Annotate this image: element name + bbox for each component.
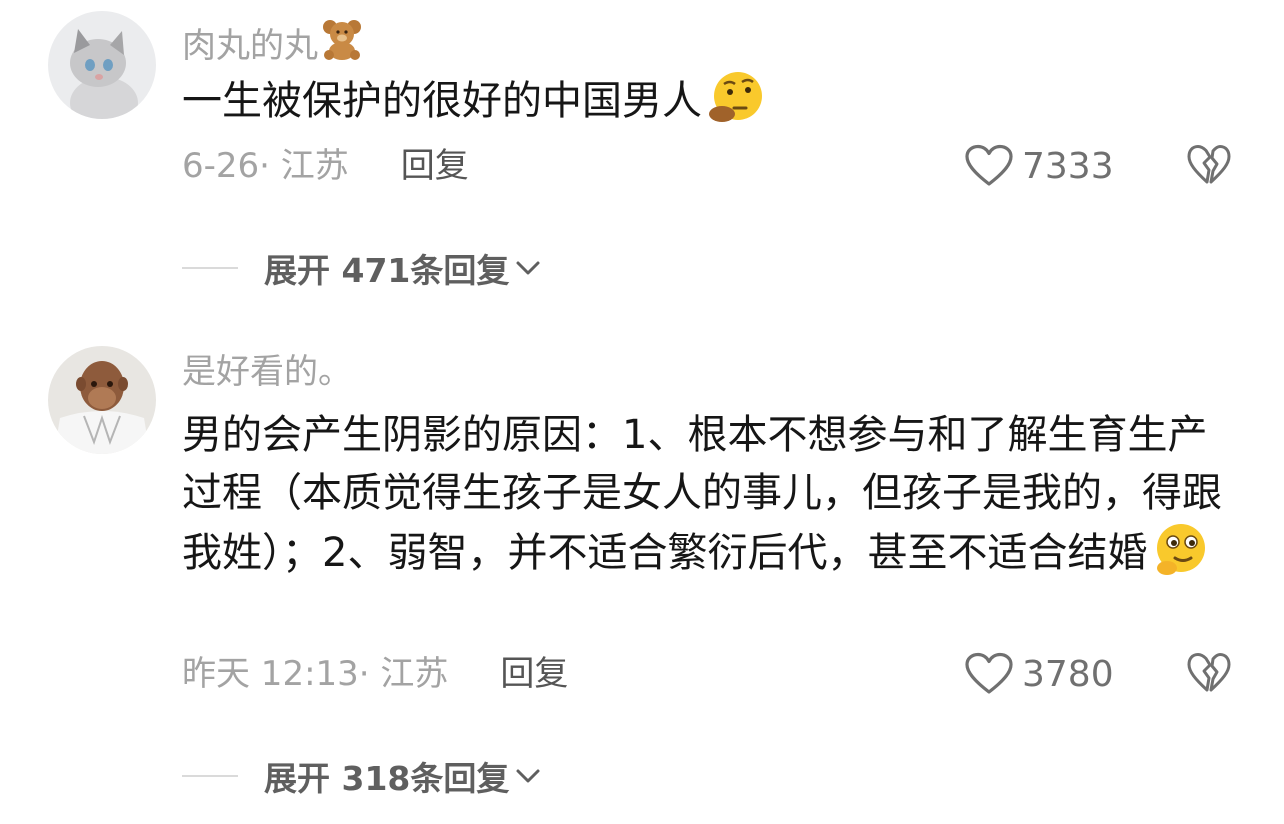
dislike-button[interactable]: [1186, 144, 1232, 188]
comment-time-location: 昨天 12:13· 江苏: [182, 654, 449, 694]
avatar[interactable]: [48, 11, 156, 119]
expand-replies-button[interactable]: 展开 471条回复: [182, 248, 541, 290]
like-button[interactable]: 3780: [964, 652, 1114, 696]
comment-meta: 6-26· 江苏 回复: [182, 146, 469, 186]
comment-meta: 昨天 12:13· 江苏 回复: [182, 654, 568, 694]
like-count: 3780: [1022, 653, 1114, 695]
heart-icon: [965, 144, 1013, 186]
comment-text-body: 一生被保护的很好的中国男人: [182, 78, 702, 124]
thinking-face-icon: [1157, 524, 1206, 575]
username-text: 是好看的。: [182, 352, 352, 392]
like-count: 7333: [1022, 145, 1114, 187]
broken-heart-icon: [1187, 653, 1231, 692]
expand-replies-label: 展开 318条回复: [264, 759, 510, 798]
avatar[interactable]: [48, 346, 156, 454]
username-text: 肉丸的丸: [182, 26, 318, 66]
comment-username[interactable]: 是好看的。: [182, 352, 352, 392]
comment-username[interactable]: 肉丸的丸: [182, 17, 364, 66]
thinking-face-icon: [709, 72, 762, 122]
comment-time-location: 6-26· 江苏: [182, 146, 349, 186]
comment-text-body: 男的会产生阴影的原因：1、根本不想参与和了解生育生产过程（本质觉得生孩子是女人的…: [182, 412, 1222, 576]
chevron-down-icon: [516, 769, 540, 783]
expand-replies-label: 展开 471条回复: [264, 251, 510, 290]
broken-heart-icon: [1187, 145, 1231, 184]
expand-replies-button[interactable]: 展开 318条回复: [182, 756, 541, 798]
divider-line: [182, 775, 238, 777]
divider-line: [182, 267, 238, 269]
reply-button[interactable]: 回复: [401, 146, 469, 186]
dislike-button[interactable]: [1186, 652, 1232, 696]
chevron-down-icon: [516, 261, 540, 275]
like-button[interactable]: 7333: [964, 144, 1114, 188]
heart-icon: [965, 652, 1013, 694]
comment-text: 男的会产生阴影的原因：1、根本不想参与和了解生育生产过程（本质觉得生孩子是女人的…: [182, 406, 1232, 582]
teddy-bear-icon: [323, 20, 361, 60]
comment-text: 一生被保护的很好的中国男人: [182, 70, 1232, 130]
reply-button[interactable]: 回复: [500, 654, 568, 694]
